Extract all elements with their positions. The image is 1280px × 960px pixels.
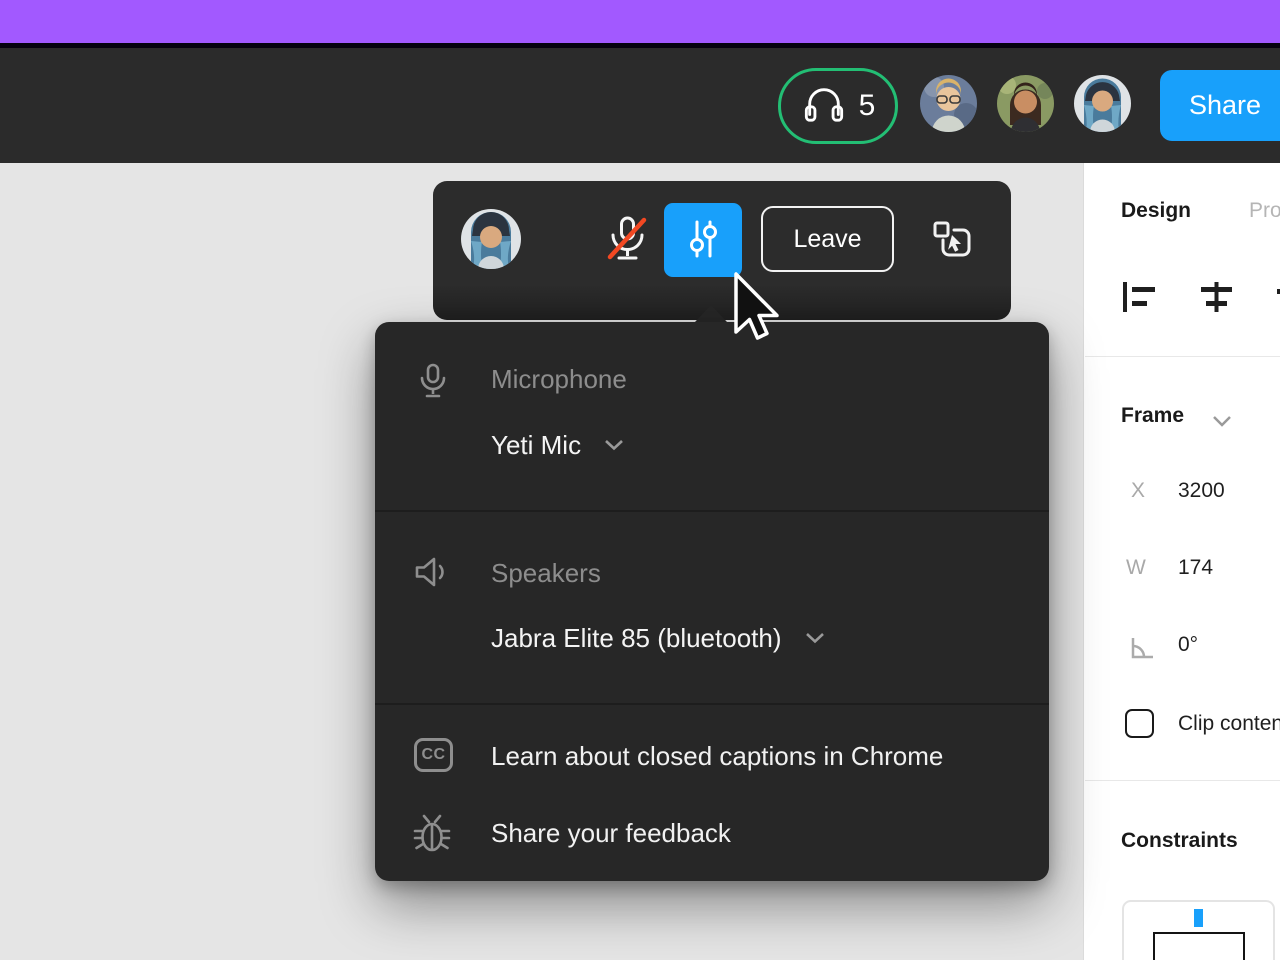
align-left-icon[interactable] bbox=[1123, 282, 1156, 317]
self-avatar[interactable] bbox=[461, 209, 521, 269]
speaker-icon bbox=[414, 556, 448, 593]
microphone-icon bbox=[419, 363, 447, 404]
bug-icon bbox=[411, 809, 453, 860]
x-position-field[interactable]: 3200 bbox=[1178, 479, 1225, 503]
speakers-device-name: Jabra Elite 85 (bluetooth) bbox=[491, 623, 782, 654]
audio-settings-button[interactable] bbox=[664, 203, 742, 277]
constraint-top-pin[interactable] bbox=[1194, 909, 1203, 927]
mouse-cursor bbox=[733, 272, 783, 351]
menu-divider bbox=[375, 703, 1049, 705]
chevron-down-icon bbox=[804, 631, 826, 647]
microphone-device-select[interactable]: Yeti Mic bbox=[491, 430, 625, 461]
spotlight-follow-button[interactable] bbox=[928, 218, 978, 264]
clip-content-label[interactable]: Clip content bbox=[1178, 712, 1280, 736]
audio-settings-menu: Microphone Yeti Mic Speakers Jabra Elite… bbox=[375, 322, 1049, 881]
microphone-muted-icon bbox=[602, 254, 652, 269]
constraints-section-title: Constraints bbox=[1121, 829, 1238, 853]
screen-cursor-icon bbox=[930, 249, 976, 264]
leave-call-button[interactable]: Leave bbox=[761, 206, 894, 272]
sliders-icon bbox=[687, 219, 719, 262]
audio-call-status-pill[interactable]: 5 bbox=[778, 68, 898, 144]
panel-divider bbox=[1085, 780, 1280, 781]
microphone-device-name: Yeti Mic bbox=[491, 430, 581, 461]
speakers-device-select[interactable]: Jabra Elite 85 (bluetooth) bbox=[491, 623, 826, 654]
share-button[interactable]: Share bbox=[1160, 70, 1280, 141]
frame-section-title[interactable]: Frame bbox=[1121, 404, 1184, 428]
rotation-angle-icon bbox=[1129, 636, 1155, 666]
tab-design[interactable]: Design bbox=[1121, 199, 1191, 223]
participant-avatar-1[interactable] bbox=[920, 75, 977, 132]
panel-divider bbox=[1085, 356, 1280, 357]
headphones-icon bbox=[801, 83, 847, 130]
clip-content-checkbox[interactable] bbox=[1125, 709, 1154, 738]
x-position-label: X bbox=[1131, 479, 1145, 503]
participant-avatar-3[interactable] bbox=[1074, 75, 1131, 132]
closed-captions-menu-item[interactable]: Learn about closed captions in Chrome bbox=[491, 741, 943, 772]
tab-prototype[interactable]: Prototype bbox=[1249, 199, 1280, 223]
align-horizontal-centers-icon[interactable] bbox=[1200, 282, 1233, 317]
width-field[interactable]: 174 bbox=[1178, 556, 1213, 580]
speakers-section-label: Speakers bbox=[491, 558, 601, 589]
chevron-down-icon bbox=[603, 438, 625, 454]
constraint-frame-preview bbox=[1153, 932, 1245, 960]
width-label: W bbox=[1126, 556, 1146, 580]
participant-avatar-2[interactable] bbox=[997, 75, 1054, 132]
audio-call-toolbar: Leave bbox=[433, 181, 1011, 320]
microphone-muted-button[interactable] bbox=[599, 211, 655, 269]
editor-toolbar: 5 Share bbox=[0, 48, 1280, 163]
microphone-section-label: Microphone bbox=[491, 364, 627, 395]
feedback-menu-item[interactable]: Share your feedback bbox=[491, 818, 731, 849]
rotation-field[interactable]: 0° bbox=[1178, 633, 1198, 657]
design-panel: Design Prototype Frame X 3200 W 174 0° C… bbox=[1083, 163, 1280, 960]
figma-app-window: 5 Share Design Prototype Frame X bbox=[0, 0, 1280, 960]
browser-accent-bar bbox=[0, 0, 1280, 43]
closed-captions-icon: CC bbox=[414, 738, 453, 772]
participant-count: 5 bbox=[859, 89, 876, 123]
menu-divider bbox=[375, 510, 1049, 512]
constraints-widget[interactable] bbox=[1122, 900, 1275, 960]
menu-caret bbox=[695, 305, 727, 322]
chevron-down-icon[interactable] bbox=[1211, 414, 1233, 433]
